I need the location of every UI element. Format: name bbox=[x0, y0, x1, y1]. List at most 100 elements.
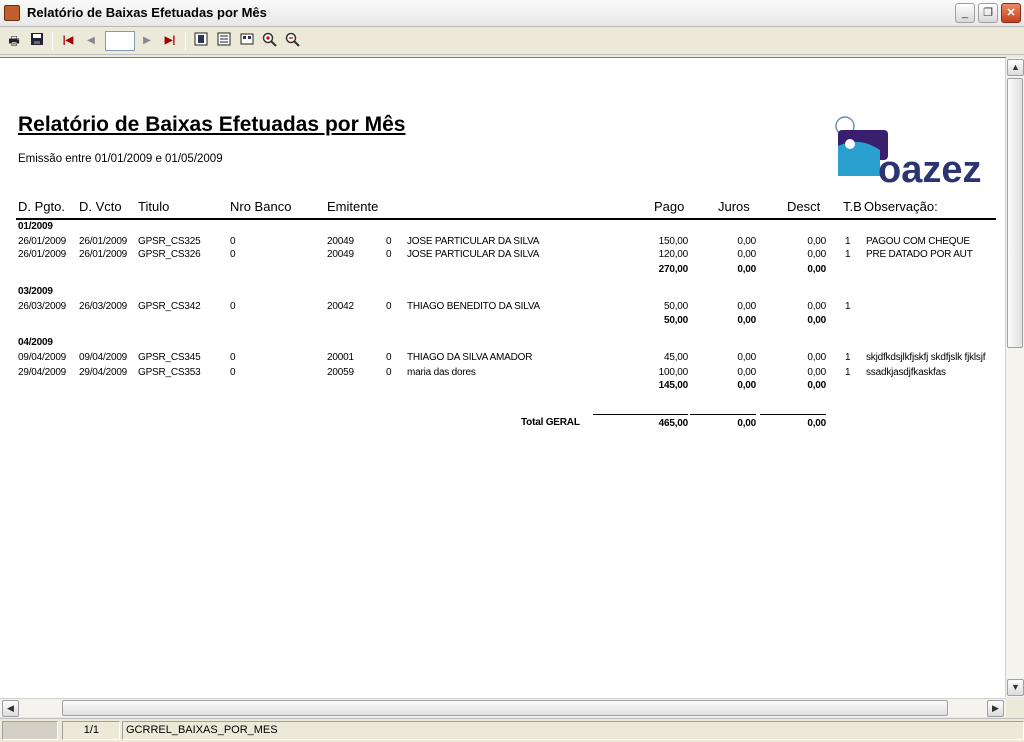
status-report-name: GCRREL_BAIXAS_POR_MES bbox=[122, 721, 1024, 740]
multi-page-icon[interactable] bbox=[238, 32, 256, 50]
cell-juros: 0,00 bbox=[737, 367, 756, 378]
toolbar-separator bbox=[52, 32, 53, 50]
col-header-nro-banco: Nro Banco bbox=[230, 199, 292, 214]
cell-nro-banco: 0 bbox=[230, 367, 236, 378]
cell-observacao: PRE DATADO POR AUT bbox=[866, 249, 973, 260]
logo-text: oazez bbox=[878, 149, 981, 188]
last-page-icon[interactable]: ▶| bbox=[161, 32, 179, 50]
cell-emitente: 20049 bbox=[327, 249, 354, 260]
horizontal-scrollbar[interactable]: ◀ ▶ bbox=[0, 698, 1006, 717]
cell-d-pgto: 26/03/2009 bbox=[18, 301, 67, 312]
cell-pago: 120,00 bbox=[658, 249, 689, 260]
subtotal-juros: 0,00 bbox=[737, 315, 756, 326]
cell-emitente-seq: 0 bbox=[386, 236, 392, 247]
col-header-juros: Juros bbox=[718, 199, 750, 214]
col-header-titulo: Titulo bbox=[138, 199, 170, 214]
subtotal-pago: 145,00 bbox=[658, 380, 689, 391]
scroll-down-icon[interactable]: ▼ bbox=[1007, 679, 1024, 696]
group-label: 01/2009 bbox=[18, 221, 53, 232]
cell-tb: 1 bbox=[845, 367, 851, 378]
grand-total-label: Total GERAL bbox=[521, 417, 580, 428]
cell-emitente-name: JOSE PARTICULAR DA SILVA bbox=[407, 249, 540, 260]
cell-titulo: GPSR_CS353 bbox=[138, 367, 201, 378]
vertical-scroll-thumb[interactable] bbox=[1007, 78, 1023, 348]
cell-desct: 0,00 bbox=[807, 249, 826, 260]
cell-emitente-name: maria das dores bbox=[407, 367, 476, 378]
report-viewport[interactable]: Relatório de Baixas Efetuadas por Mês Em… bbox=[0, 57, 1006, 698]
subtotal-pago: 270,00 bbox=[658, 264, 689, 275]
whole-page-icon[interactable] bbox=[215, 32, 233, 50]
cell-tb: 1 bbox=[845, 352, 851, 363]
app-icon bbox=[4, 5, 20, 21]
cell-desct: 0,00 bbox=[807, 236, 826, 247]
total-rule bbox=[760, 414, 826, 415]
status-page-count: 1/1 bbox=[62, 721, 120, 740]
save-icon[interactable] bbox=[28, 32, 46, 50]
cell-d-pgto: 09/04/2009 bbox=[18, 352, 67, 363]
header-rule bbox=[16, 218, 996, 220]
cell-d-pgto: 26/01/2009 bbox=[18, 249, 67, 260]
cell-d-vcto: 26/03/2009 bbox=[79, 301, 128, 312]
minimize-button[interactable]: _ bbox=[955, 3, 975, 23]
cell-d-pgto: 26/01/2009 bbox=[18, 236, 67, 247]
cell-titulo: GPSR_CS342 bbox=[138, 301, 201, 312]
cell-d-pgto: 29/04/2009 bbox=[18, 367, 67, 378]
cell-pago: 150,00 bbox=[658, 236, 689, 247]
print-icon[interactable]: 🖶 bbox=[5, 32, 23, 50]
col-header-observacao: Observação: bbox=[864, 199, 938, 214]
grand-total-desct: 0,00 bbox=[807, 418, 826, 429]
cell-juros: 0,00 bbox=[737, 352, 756, 363]
cell-d-vcto: 26/01/2009 bbox=[79, 249, 128, 260]
cell-juros: 0,00 bbox=[737, 301, 756, 312]
cell-d-vcto: 09/04/2009 bbox=[79, 352, 128, 363]
zoom-out-icon[interactable] bbox=[284, 32, 302, 50]
cell-tb: 1 bbox=[845, 236, 851, 247]
total-rule bbox=[690, 414, 756, 415]
col-header-tb: T.B bbox=[843, 199, 862, 214]
scroll-left-icon[interactable]: ◀ bbox=[2, 700, 19, 717]
cell-pago: 100,00 bbox=[658, 367, 689, 378]
cell-emitente-name: THIAGO DA SILVA AMADOR bbox=[407, 352, 533, 363]
horizontal-scroll-thumb[interactable] bbox=[62, 700, 948, 716]
window-titlebar: Relatório de Baixas Efetuadas por Mês _ … bbox=[0, 0, 1024, 27]
cell-emitente: 20042 bbox=[327, 301, 354, 312]
next-page-icon[interactable]: ▶ bbox=[138, 32, 156, 50]
cell-pago: 50,00 bbox=[663, 301, 688, 312]
cell-titulo: GPSR_CS345 bbox=[138, 352, 201, 363]
grand-total-pago: 465,00 bbox=[658, 418, 689, 429]
cell-observacao: PAGOU COM CHEQUE bbox=[866, 236, 970, 247]
toolbar: 🖶 |◀ ◀ ▶ ▶| bbox=[0, 28, 1024, 55]
cell-titulo: GPSR_CS325 bbox=[138, 236, 201, 247]
scroll-right-icon[interactable]: ▶ bbox=[987, 700, 1004, 717]
cell-desct: 0,00 bbox=[807, 367, 826, 378]
restore-button[interactable]: ❐ bbox=[978, 3, 998, 23]
subtotal-desct: 0,00 bbox=[807, 315, 826, 326]
cell-observacao: ssadkjasdjfkaskfas bbox=[866, 367, 946, 378]
zoom-in-icon[interactable] bbox=[261, 32, 279, 50]
cell-observacao: skjdfkdsjlkfjskfj skdfjslk fjklsjf bbox=[866, 352, 986, 363]
subtotal-juros: 0,00 bbox=[737, 264, 756, 275]
page-number-input[interactable] bbox=[105, 31, 135, 51]
previous-page-icon[interactable]: ◀ bbox=[82, 32, 100, 50]
col-header-d-vcto: D. Vcto bbox=[79, 199, 122, 214]
group-label: 04/2009 bbox=[18, 337, 53, 348]
total-rule bbox=[593, 414, 688, 415]
grand-total-juros: 0,00 bbox=[737, 418, 756, 429]
col-header-desct: Desct bbox=[787, 199, 821, 214]
page-width-icon[interactable] bbox=[192, 32, 210, 50]
size-grip bbox=[1006, 698, 1024, 717]
first-page-icon[interactable]: |◀ bbox=[59, 32, 77, 50]
cell-nro-banco: 0 bbox=[230, 236, 236, 247]
vertical-scrollbar[interactable]: ▲ ▼ bbox=[1005, 58, 1024, 697]
group-label: 03/2009 bbox=[18, 286, 53, 297]
cell-emitente-seq: 0 bbox=[386, 301, 392, 312]
status-progress-panel bbox=[2, 721, 58, 740]
report-title: Relatório de Baixas Efetuadas por Mês bbox=[18, 113, 406, 136]
close-button[interactable]: ✕ bbox=[1001, 3, 1021, 23]
report-subtitle: Emissão entre 01/01/2009 e 01/05/2009 bbox=[18, 153, 223, 165]
scroll-up-icon[interactable]: ▲ bbox=[1007, 59, 1024, 76]
toolbar-separator bbox=[185, 32, 186, 50]
cell-desct: 0,00 bbox=[807, 352, 826, 363]
cell-emitente-name: THIAGO BENEDITO DA SILVA bbox=[407, 301, 541, 312]
cell-emitente-seq: 0 bbox=[386, 249, 392, 260]
